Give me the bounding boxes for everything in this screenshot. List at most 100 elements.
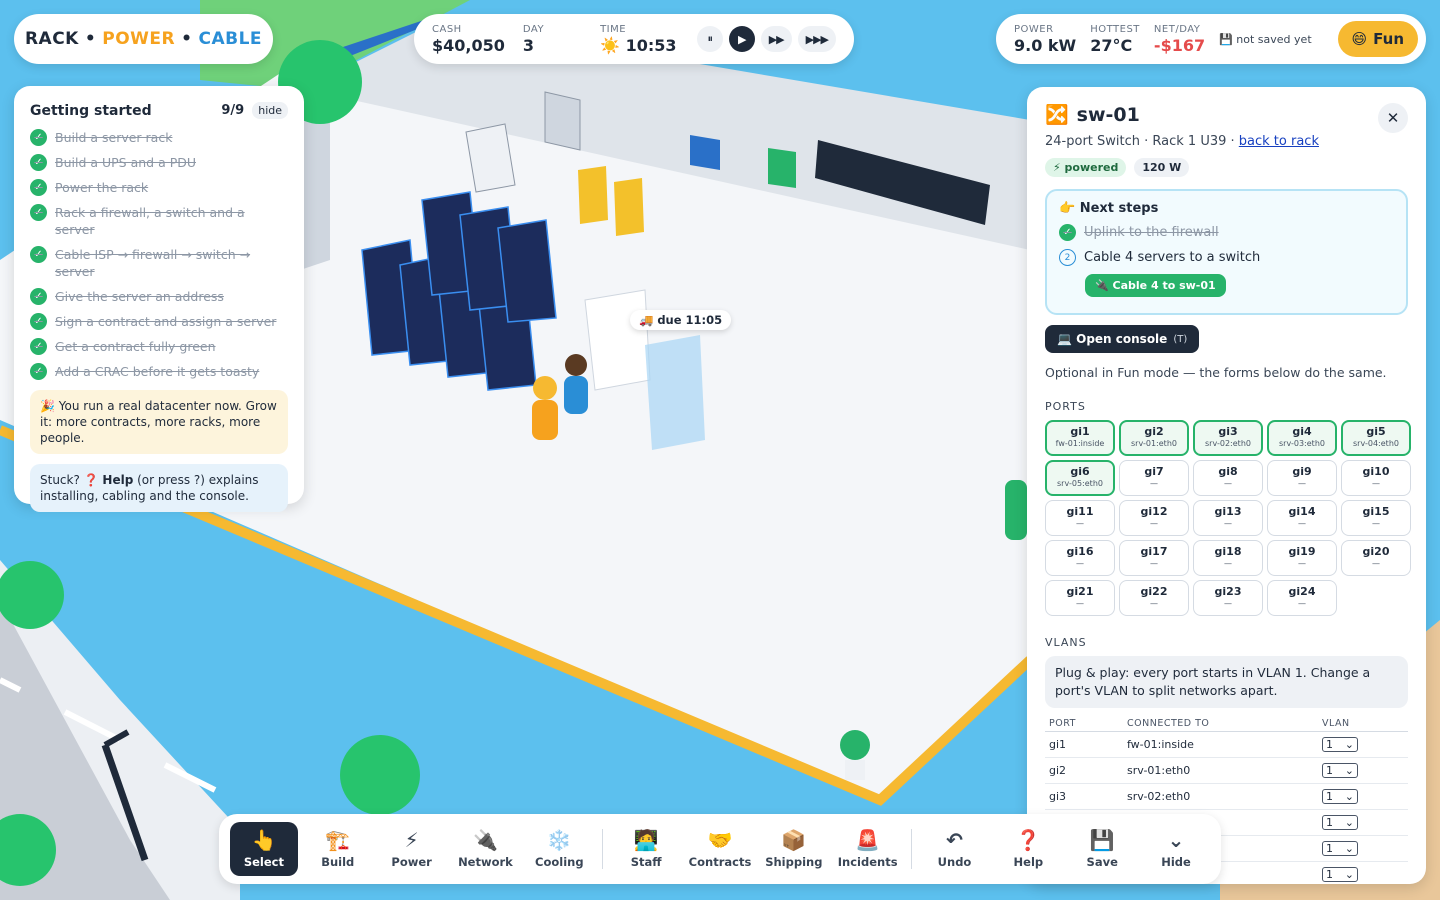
port-gi14[interactable]: gi14— (1267, 500, 1337, 536)
port-name: gi11 (1066, 505, 1094, 518)
net-label: NET/DAY (1153, 23, 1201, 35)
tool-label: Undo (937, 855, 972, 869)
vlan-connected: srv-02:eth0 (1123, 783, 1318, 810)
shipment-due-label[interactable]: 🚚 due 11:05 (630, 310, 732, 330)
port-gi19[interactable]: gi19— (1267, 540, 1337, 576)
logo-separator-2: • (181, 29, 193, 49)
vlan-select[interactable]: 1 ⌄ (1322, 841, 1358, 856)
next-steps-title: 👉 Next steps (1059, 201, 1159, 216)
logo-separator-1: • (84, 29, 97, 49)
power-stat: POWER 9.0 kW (1014, 24, 1076, 55)
time-label: TIME (600, 23, 627, 35)
port-gi20[interactable]: gi20— (1341, 540, 1411, 576)
close-icon[interactable]: ✕ (1378, 103, 1408, 133)
fastest-button[interactable]: ▶▶▶ (797, 26, 836, 52)
port-connection: — (1224, 519, 1232, 528)
select-tool-button[interactable]: 👆 Select (230, 822, 298, 876)
port-gi12[interactable]: gi12— (1119, 500, 1189, 536)
task-item: ✓ Give the server an address (30, 288, 288, 305)
port-gi23[interactable]: gi23— (1193, 580, 1263, 616)
cash-label: CASH (432, 23, 462, 35)
port-gi7[interactable]: gi7— (1119, 460, 1189, 496)
port-gi4[interactable]: gi4 srv-03:eth0 (1267, 420, 1337, 456)
back-to-rack-link[interactable]: back to rack (1239, 134, 1319, 149)
help-link[interactable]: Help (102, 473, 133, 487)
open-console-button[interactable]: 💻 Open console (T) (1045, 325, 1200, 353)
port-name: gi3 (1218, 425, 1238, 438)
vlan-select[interactable]: 1 ⌄ (1322, 789, 1358, 804)
port-name: gi5 (1366, 425, 1386, 438)
port-connection: — (1076, 519, 1084, 528)
task-item: ✓ Power the rack (30, 179, 288, 196)
port-name: gi2 (1144, 425, 1164, 438)
incidents-tool-button[interactable]: 🚨 Incidents (834, 822, 902, 876)
build-icon: 🏗️ (325, 828, 351, 852)
shipping-tool-button[interactable]: 📦 Shipping (760, 822, 828, 876)
vlan-select[interactable]: 1 ⌄ (1322, 737, 1358, 752)
tool-label: Cooling (535, 855, 584, 869)
undo-tool-button[interactable]: ↶ Undo (921, 822, 989, 876)
port-name: gi15 (1362, 505, 1390, 518)
port-name: gi4 (1292, 425, 1312, 438)
port-name: gi10 (1362, 465, 1390, 478)
console-shortcut: (T) (1173, 333, 1188, 345)
port-gi21[interactable]: gi21— (1045, 580, 1115, 616)
port-gi8[interactable]: gi8— (1193, 460, 1263, 496)
port-connection: srv-05:eth0 (1057, 479, 1103, 488)
hide-tool-button[interactable]: ⌄ Hide (1142, 822, 1210, 876)
port-connection: — (1372, 479, 1380, 488)
port-gi15[interactable]: gi15— (1341, 500, 1411, 536)
network-icon: 🔌 (473, 828, 498, 852)
chevron-down-icon: ⌄ (1344, 790, 1354, 803)
chevron-down-icon: ⌄ (1344, 816, 1354, 829)
mode-button[interactable]: 😄 Fun (1337, 21, 1418, 57)
port-gi24[interactable]: gi24— (1267, 580, 1337, 616)
build-tool-button[interactable]: 🏗️ Build (304, 822, 372, 876)
watts-badge: 120 W (1134, 158, 1190, 177)
device-title: sw-01 (1076, 103, 1140, 126)
save-tool-button[interactable]: 💾 Save (1068, 822, 1136, 876)
vlan-port: gi2 (1045, 757, 1123, 784)
pause-button[interactable]: ⏸ (696, 26, 723, 52)
help-tool-button[interactable]: ❓ Help (994, 822, 1062, 876)
port-gi1[interactable]: gi1 fw-01:inside (1045, 420, 1115, 456)
play-button[interactable]: ▶ (728, 26, 755, 52)
port-gi2[interactable]: gi2 srv-01:eth0 (1119, 420, 1189, 456)
contracts-icon: 🤝 (707, 828, 733, 852)
chevron-down-icon: ⌄ (1344, 842, 1354, 855)
getting-started-hide-button[interactable]: hide (252, 102, 288, 119)
port-gi16[interactable]: gi16— (1045, 540, 1115, 576)
port-gi6[interactable]: gi6 srv-05:eth0 (1045, 460, 1115, 496)
port-name: gi1 (1070, 425, 1090, 438)
task-item: ✓ Build a UPS and a PDU (30, 154, 288, 171)
port-name: gi12 (1140, 505, 1168, 518)
cable-servers-button[interactable]: 🔌 Cable 4 to sw-01 (1085, 274, 1226, 297)
port-name: gi16 (1066, 545, 1094, 558)
staff-tool-button[interactable]: 🧑‍💻 Staff (612, 822, 680, 876)
port-gi5[interactable]: gi5 srv-04:eth0 (1341, 420, 1411, 456)
port-gi22[interactable]: gi22— (1119, 580, 1189, 616)
port-gi10[interactable]: gi10— (1341, 460, 1411, 496)
next-steps-box: 👉 Next steps ✓ Uplink to the firewall 2 Ca… (1045, 189, 1408, 315)
port-name: gi22 (1140, 585, 1168, 598)
port-gi17[interactable]: gi17— (1119, 540, 1189, 576)
next-step-2: 2 Cable 4 servers to a switch (1059, 249, 1394, 266)
vlan-select[interactable]: 1 ⌄ (1322, 815, 1358, 830)
port-gi3[interactable]: gi3 srv-02:eth0 (1193, 420, 1263, 456)
port-gi18[interactable]: gi18— (1193, 540, 1263, 576)
network-tool-button[interactable]: 🔌 Network (452, 822, 520, 876)
port-gi9[interactable]: gi9— (1267, 460, 1337, 496)
net-stat: NET/DAY -$167 (1154, 24, 1205, 55)
contracts-tool-button[interactable]: 🤝 Contracts (686, 822, 754, 876)
port-name: gi21 (1066, 585, 1094, 598)
vlan-select[interactable]: 1 ⌄ (1322, 867, 1358, 882)
port-gi11[interactable]: gi11— (1045, 500, 1115, 536)
tool-label: Incidents (837, 855, 898, 869)
power-tool-button[interactable]: ⚡ Power (378, 822, 446, 876)
device-panel: 🔀 sw-01 ✕ 24-port Switch · Rack 1 U39 · … (1027, 87, 1426, 884)
incidents-icon: 🚨 (855, 828, 881, 852)
vlan-select[interactable]: 1 ⌄ (1322, 763, 1358, 778)
port-gi13[interactable]: gi13— (1193, 500, 1263, 536)
cooling-tool-button[interactable]: ❄️ Cooling (525, 822, 593, 876)
fast-forward-button[interactable]: ▶▶ (760, 26, 792, 52)
